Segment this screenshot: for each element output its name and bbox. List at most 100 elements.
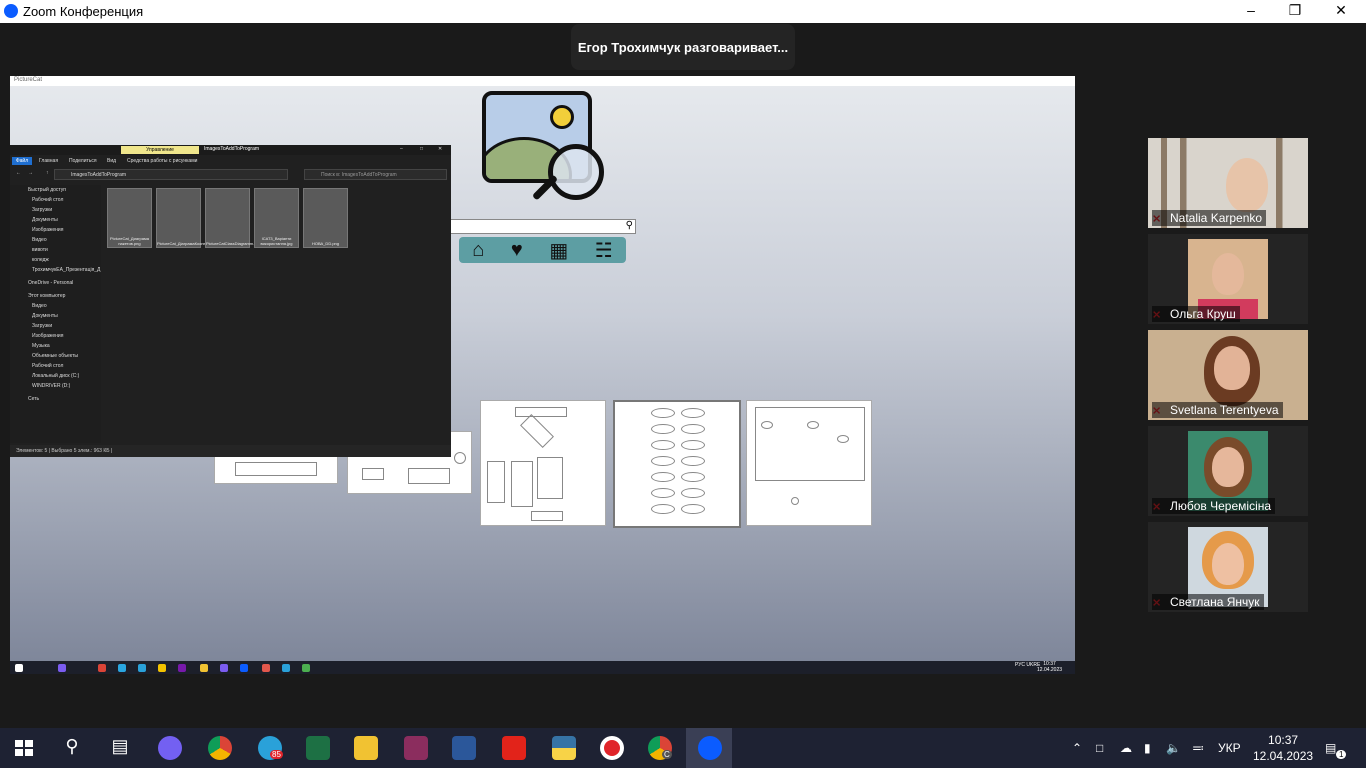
magnifier-icon	[548, 144, 604, 200]
diagram-thumbnail[interactable]	[746, 400, 872, 526]
participant-tile[interactable]: ⨯ Светлана Янчук	[1148, 522, 1308, 612]
explorer-folder-title: ImagesToAddToProgram	[204, 146, 260, 152]
file-thumbnail[interactable]: PictureCatClassDiagramm.png	[205, 188, 261, 248]
file-thumbnail[interactable]: НОВА_DD.png	[303, 188, 348, 248]
word-icon[interactable]	[452, 736, 476, 760]
menu-view[interactable]: Вид	[107, 158, 116, 164]
nav-item[interactable]: WINDRIVER (D:)	[32, 383, 70, 389]
menu-picture-tools[interactable]: Средства работы с рисунками	[127, 158, 197, 164]
forward-arrow-icon[interactable]: →	[28, 170, 33, 176]
file-name: PictureCat_Диаграма пакетов.png	[110, 236, 149, 246]
close-button[interactable]: ✕	[1326, 2, 1356, 19]
nav-item[interactable]: Быстрый доступ	[28, 187, 66, 193]
shared-lang: РУС UKRE	[1015, 662, 1041, 668]
nav-item[interactable]: Видео	[32, 303, 47, 309]
acrobat-icon[interactable]	[502, 736, 526, 760]
nav-item[interactable]: вивоти	[32, 247, 48, 253]
diagram-thumbnail[interactable]	[613, 400, 741, 528]
onedrive-icon[interactable]: ☁	[1120, 741, 1132, 755]
nav-item[interactable]: Документы	[32, 217, 58, 223]
app-icon	[302, 664, 310, 672]
nav-item[interactable]: Рабочий стол	[32, 197, 63, 203]
active-speaker-banner: Егор Трохимчук разговаривает...	[571, 24, 795, 70]
nav-item[interactable]: Изображения	[32, 227, 63, 233]
address-text: ImagesToAddToProgram	[71, 172, 127, 178]
basket-icon[interactable]: ☵	[595, 238, 613, 263]
volume-icon[interactable]: 🔈	[1166, 741, 1181, 755]
home-icon[interactable]: ⌂	[472, 239, 484, 262]
file-name: PictureCatClassDiagramm.png	[206, 241, 261, 246]
nav-item[interactable]: OneDrive - Personal	[28, 280, 73, 286]
menu-home[interactable]: Главная	[39, 158, 58, 164]
search-placeholder: Поиск в: ImagesToAddToProgram	[321, 172, 397, 178]
chrome-icon[interactable]	[208, 736, 232, 760]
viber-icon[interactable]	[158, 736, 182, 760]
nav-item[interactable]: Этот компьютер	[28, 293, 65, 299]
explorer-close-button[interactable]: ✕	[438, 146, 442, 152]
nav-item[interactable]: коледж	[32, 257, 49, 263]
zoom-icon[interactable]	[698, 736, 722, 760]
participant-tile[interactable]: ⨯ Svetlana Terentyeva	[1148, 330, 1308, 420]
chrome-icon[interactable]: C	[648, 736, 672, 760]
file-thumbnail[interactable]: PictureCat_Диаграма пакетов.png	[107, 188, 152, 248]
system-clock[interactable]: 10:37 12.04.2023	[1253, 732, 1313, 764]
telegram-icon[interactable]: 85	[258, 736, 283, 760]
diagram-thumbnail[interactable]	[480, 400, 606, 526]
nav-item[interactable]: Музыка	[32, 343, 50, 349]
app-icon	[158, 664, 166, 672]
ribbon-manage-tab[interactable]: Управление	[121, 146, 199, 154]
tray-chevron-icon[interactable]: ⌃	[1072, 741, 1082, 755]
minimize-button[interactable]: –	[1236, 2, 1266, 18]
explorer-address-bar[interactable]: ImagesToAddToProgram	[54, 169, 288, 180]
nav-item[interactable]: Рабочий стол	[32, 363, 63, 369]
shared-screen[interactable]: PictureCat ⚲ ⌂ ♥ ▦ ☵ Управление ImagesTo…	[10, 76, 1075, 674]
tray-app-icon[interactable]: □	[1096, 741, 1103, 755]
explorer-search-input[interactable]: Поиск в: ImagesToAddToProgram	[304, 169, 447, 180]
participant-tile[interactable]: ⨯ Natalia Karpenko	[1148, 138, 1308, 228]
heart-icon[interactable]: ♥	[511, 239, 523, 262]
python-icon[interactable]	[552, 736, 576, 760]
nav-item[interactable]: ТрохимчукЕА_Презентація_Д	[32, 267, 100, 273]
file-explorer-icon[interactable]	[354, 736, 378, 760]
diagram-thumbnail[interactable]	[214, 455, 338, 484]
file-explorer-window[interactable]: Управление ImagesToAddToProgram – □ ✕ Фа…	[10, 145, 451, 457]
nav-item[interactable]: Изображения	[32, 333, 63, 339]
app-icon	[58, 664, 66, 672]
task-view-icon[interactable]: ▤	[108, 736, 132, 760]
winrar-icon[interactable]	[404, 736, 428, 760]
excel-icon[interactable]	[306, 736, 330, 760]
file-thumbnail[interactable]: PictureCat_ДіаграмаКооперації.png	[156, 188, 223, 248]
nav-item[interactable]: Видео	[32, 237, 47, 243]
maximize-button[interactable]: ❐	[1280, 2, 1310, 19]
participant-tile[interactable]: ⨯ Ольга Круш	[1148, 234, 1308, 324]
notifications-icon[interactable]: ▤	[1325, 741, 1336, 755]
windows-start-icon[interactable]	[12, 736, 36, 760]
back-arrow-icon[interactable]: ←	[16, 170, 21, 176]
file-thumbnail[interactable]: ICAT3_Варіанти використання.jpg	[254, 188, 299, 248]
nav-item[interactable]: Сеть	[28, 396, 39, 402]
search-icon[interactable]: ⚲	[60, 736, 84, 760]
language-indicator[interactable]: УКР	[1218, 741, 1241, 755]
nav-item[interactable]: Документы	[32, 313, 58, 319]
explorer-minimize-button[interactable]: –	[400, 146, 403, 152]
explorer-maximize-button[interactable]: □	[420, 146, 423, 152]
status-text: Элементов: 5 | Выбрано 5 элем.: 963 КБ |	[16, 448, 113, 454]
file-name: ICAT3_Варіанти використання.jpg	[260, 236, 293, 246]
telegram-badge: 85	[270, 750, 283, 759]
menu-share[interactable]: Поделиться	[69, 158, 97, 164]
file-name: PictureCat_ДіаграмаКооперації.png	[157, 241, 223, 246]
nav-item[interactable]: Локальный диск (C:)	[32, 373, 79, 379]
picturecat-search-input[interactable]: ⚲	[450, 219, 636, 234]
network-icon[interactable]: ≕	[1192, 741, 1204, 755]
search-icon[interactable]: ⚲	[626, 220, 633, 231]
menu-file[interactable]: Файл	[12, 157, 32, 165]
participant-tile[interactable]: ⨯ Любов Черемісіна	[1148, 426, 1308, 516]
nav-item[interactable]: Загрузки	[32, 323, 52, 329]
recorder-icon[interactable]	[600, 736, 624, 760]
app-icon	[262, 664, 270, 672]
up-arrow-icon[interactable]: ↑	[46, 170, 49, 176]
nav-item[interactable]: Загрузки	[32, 207, 52, 213]
battery-icon[interactable]: ▮	[1144, 741, 1151, 755]
nav-item[interactable]: Объемные объекты	[32, 353, 78, 359]
grid-icon[interactable]: ▦	[549, 238, 568, 263]
